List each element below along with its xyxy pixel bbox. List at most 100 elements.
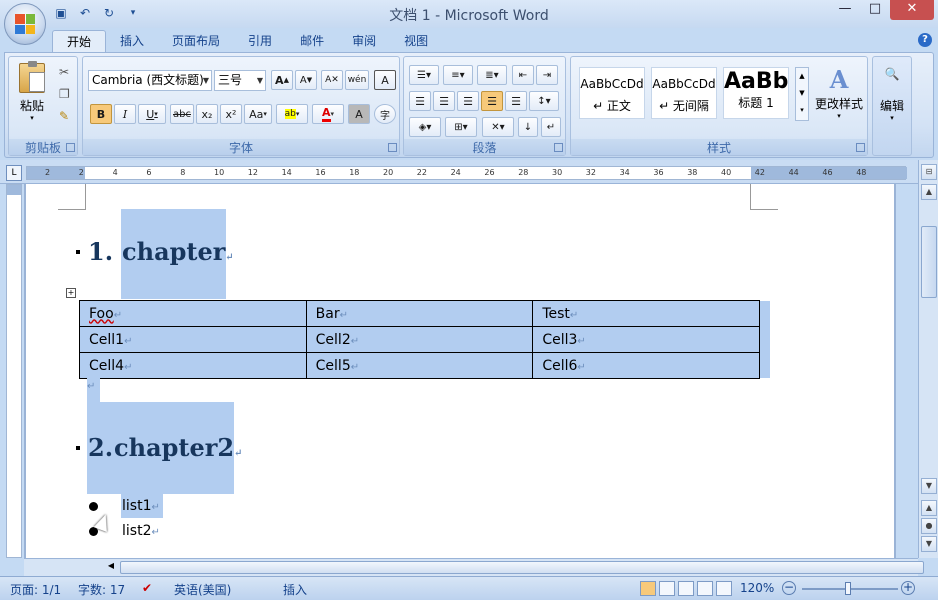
chinese-layout-button[interactable]: ✕▾ (482, 117, 514, 137)
font-name-combo[interactable]: Cambria (西文标题) ▼ (88, 70, 212, 91)
tab-selector[interactable]: L (6, 165, 22, 181)
align-left-button[interactable]: ☰ (409, 91, 431, 111)
zoom-in-button[interactable]: + (901, 581, 915, 595)
sort-button[interactable]: ↓ (518, 117, 538, 137)
horizontal-ruler[interactable]: L 2 2 4 6 8 10 12 14 16 18 20 22 24 26 28 30 32 34 36 38 40 4… (0, 160, 938, 184)
change-styles-button[interactable]: A 更改样式 ▾ (811, 65, 867, 120)
help-icon[interactable]: ? (918, 33, 932, 47)
shrink-font-button[interactable]: A ▼ (295, 70, 317, 90)
increase-indent-button[interactable]: ⇥ (536, 65, 558, 85)
table-cell[interactable]: Cell1↵ (79, 326, 307, 353)
numbering-button[interactable]: ≡▾ (443, 65, 473, 85)
font-size-combo[interactable]: 三号 ▼ (214, 70, 266, 91)
table[interactable]: Foo↵ Bar↵ Test↵ Cell1↵ Cell2↵ Cell3↵ Cel… (79, 300, 760, 379)
italic-button[interactable]: I (114, 104, 136, 124)
heading-2-text[interactable]: chapter2↵ (114, 433, 242, 462)
change-case-button[interactable]: Aa ▾ (244, 104, 272, 124)
table-cell[interactable]: Cell3↵ (532, 326, 760, 353)
underline-button[interactable]: U ▾ (138, 104, 166, 124)
tab-view[interactable]: 视图 (390, 30, 442, 52)
styles-launcher-icon[interactable] (856, 143, 865, 152)
multilevel-list-button[interactable]: ≣▾ (477, 65, 507, 85)
font-launcher-icon[interactable] (388, 143, 397, 152)
tab-references[interactable]: 引用 (234, 30, 286, 52)
scroll-left-button[interactable]: ◀ (104, 561, 118, 574)
insert-mode[interactable]: 插入 (283, 581, 307, 598)
table-cell[interactable]: Foo↵ (79, 300, 307, 327)
style-normal[interactable]: AaBbCcDd ↵ 正文 (579, 67, 645, 119)
vertical-scrollbar[interactable]: ⊟ ▲ ▼ ▲ ● ▼ (918, 160, 938, 558)
borders-button[interactable]: ⊞▾ (445, 117, 477, 137)
char-shading-button[interactable]: A (348, 104, 370, 124)
page[interactable]: 1. chapter↵ + Foo↵ Bar↵ Test↵ Cell1↵ Cel… (26, 184, 894, 558)
table-move-handle[interactable]: + (66, 288, 76, 298)
grow-font-button[interactable]: A ▲ (271, 70, 293, 90)
horizontal-scroll-thumb[interactable] (120, 561, 924, 574)
scroll-up-button[interactable]: ▲ (921, 184, 937, 200)
ruler-toggle-icon[interactable]: ⊟ (921, 164, 937, 180)
subscript-button[interactable]: x₂ (196, 104, 218, 124)
close-button[interactable]: ✕ (890, 0, 934, 20)
show-marks-button[interactable]: ↵ (541, 117, 561, 137)
paragraph-launcher-icon[interactable] (554, 143, 563, 152)
web-layout-icon[interactable] (678, 581, 694, 596)
enclose-char-button[interactable]: 字 (374, 104, 396, 124)
maximize-button[interactable]: □ (860, 0, 890, 20)
outline-icon[interactable] (697, 581, 713, 596)
table-cell[interactable]: Test↵ (532, 300, 760, 327)
table-cell[interactable]: Cell2↵ (305, 326, 534, 353)
browse-object-button[interactable]: ● (921, 518, 937, 534)
styles-scroll[interactable]: ▲ ▼ ▾ (795, 67, 809, 121)
table-cell[interactable]: Cell6↵ (532, 352, 760, 379)
table-cell[interactable]: Cell5↵ (305, 352, 534, 379)
clipboard-launcher-icon[interactable] (66, 143, 75, 152)
tab-review[interactable]: 审阅 (338, 30, 390, 52)
zoom-level[interactable]: 120% (740, 581, 774, 595)
zoom-out-button[interactable]: − (782, 581, 796, 595)
print-layout-icon[interactable] (640, 581, 656, 596)
tab-page-layout[interactable]: 页面布局 (158, 30, 234, 52)
align-right-button[interactable]: ☰ (457, 91, 479, 111)
decrease-indent-button[interactable]: ⇤ (512, 65, 534, 85)
list-item[interactable]: list2↵ (122, 523, 160, 539)
table-cell[interactable]: Cell4↵ (79, 352, 307, 379)
proofing-icon[interactable]: ✔ (142, 581, 152, 595)
style-no-spacing[interactable]: AaBbCcDd ↵ 无间隔 (651, 67, 717, 119)
minimize-button[interactable]: — (830, 0, 860, 20)
char-border-icon[interactable]: A (374, 70, 396, 90)
horizontal-scrollbar[interactable]: ◀ (24, 558, 924, 576)
list-item[interactable]: list1↵ (122, 498, 160, 514)
style-heading1[interactable]: AaBb 标题 1 (723, 67, 789, 119)
phonetic-guide-icon[interactable]: wén (345, 70, 369, 90)
format-painter-icon[interactable]: ✎ (59, 109, 69, 123)
tab-mailings[interactable]: 邮件 (286, 30, 338, 52)
language[interactable]: 英语(美国) (174, 581, 231, 598)
shading-button[interactable]: ◈▾ (409, 117, 441, 137)
superscript-button[interactable]: x² (220, 104, 242, 124)
strikethrough-button[interactable]: abc (170, 104, 194, 124)
line-spacing-button[interactable]: ↕▾ (529, 91, 559, 111)
full-screen-reading-icon[interactable] (659, 581, 675, 596)
font-color-button[interactable]: A ▾ (312, 104, 344, 124)
highlight-button[interactable]: ab ▾ (276, 104, 308, 124)
bullets-button[interactable]: ☰▾ (409, 65, 439, 85)
prev-page-button[interactable]: ▲ (921, 500, 937, 516)
vertical-scroll-thumb[interactable] (921, 226, 937, 298)
office-button[interactable] (4, 3, 46, 45)
paste-button[interactable]: 粘贴 ▾ (15, 61, 49, 125)
align-center-button[interactable]: ☰ (433, 91, 455, 111)
next-page-button[interactable]: ▼ (921, 536, 937, 552)
zoom-slider-thumb[interactable] (845, 582, 851, 595)
distributed-button[interactable]: ☰ (505, 91, 527, 111)
tab-home[interactable]: 开始 (52, 30, 107, 52)
word-count[interactable]: 字数: 17 (78, 581, 125, 598)
heading-1-text[interactable]: chapter↵ (122, 237, 234, 266)
draft-icon[interactable] (716, 581, 732, 596)
edit-group[interactable]: 🔍 编辑 ▾ (872, 56, 912, 156)
cut-icon[interactable]: ✂ (59, 65, 69, 79)
clear-format-icon[interactable]: A✕ (321, 70, 343, 90)
justify-button[interactable]: ☰ (481, 91, 503, 111)
bold-button[interactable]: B (90, 104, 112, 124)
scroll-down-button[interactable]: ▼ (921, 478, 937, 494)
tab-insert[interactable]: 插入 (106, 30, 158, 52)
